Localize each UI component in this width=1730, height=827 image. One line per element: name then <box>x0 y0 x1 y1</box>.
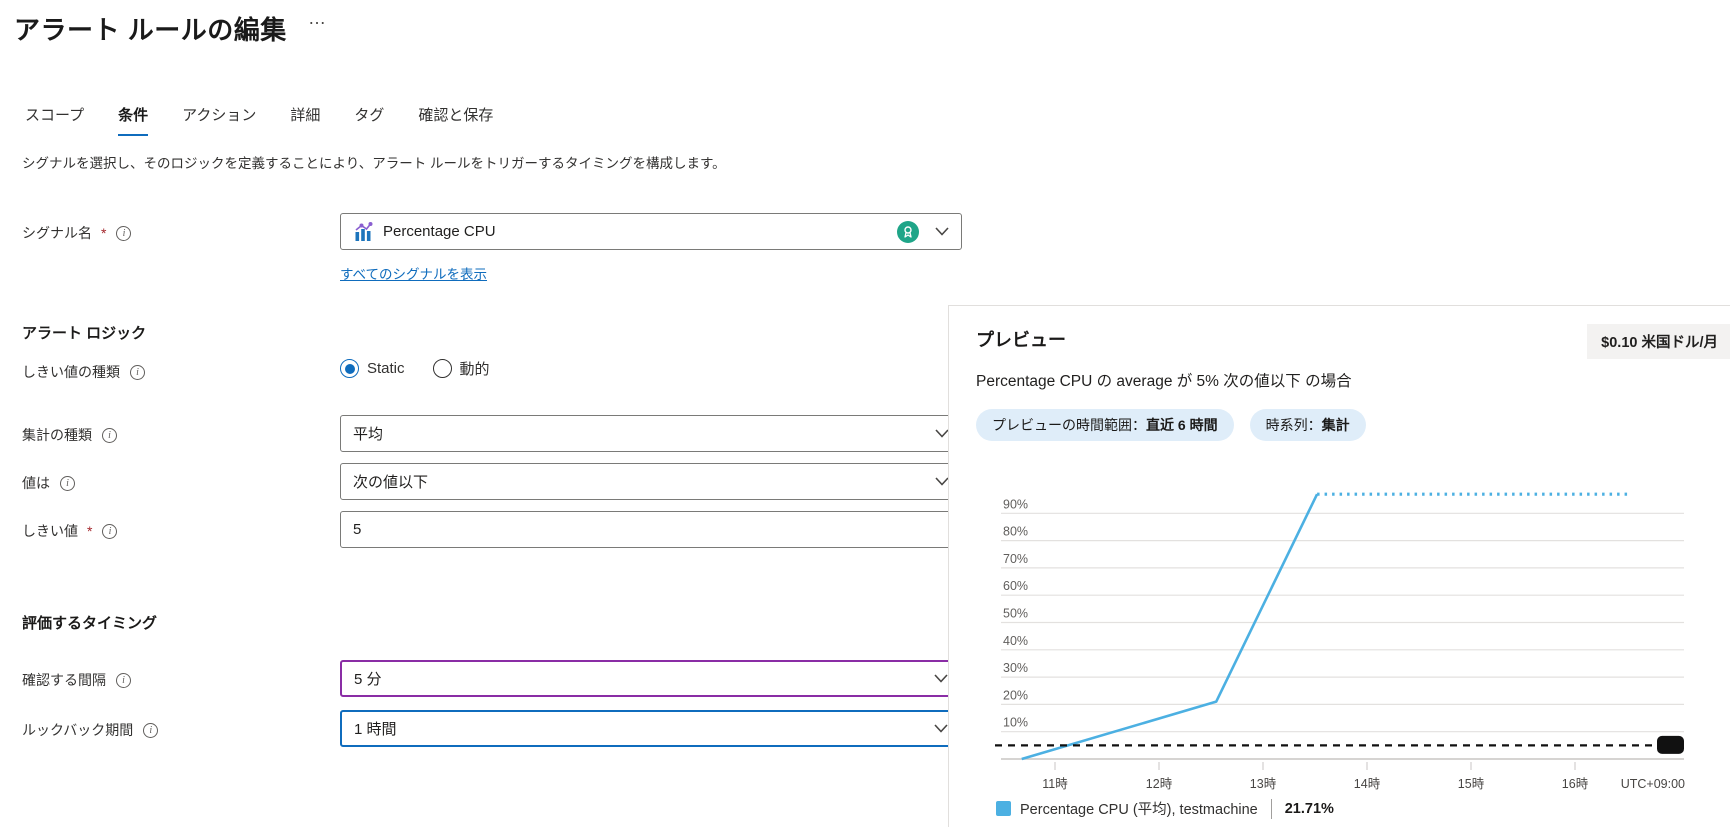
condition-description: シグナルを選択し、そのロジックを定義することにより、アラート ルールをトリガーす… <box>22 152 726 172</box>
operator-value: 次の値以下 <box>353 471 935 492</box>
y-axis-tick-label: 30% <box>1003 661 1028 675</box>
evaluation-header: 評価するタイミング <box>22 612 157 633</box>
signal-label-text: シグナル名 <box>22 223 92 243</box>
y-axis-tick-label: 50% <box>1003 607 1028 621</box>
preview-chart: 10% 20% 30% 40% 50% 60% 70% 80% 90% 11時 12時 13時 14時 1… <box>967 449 1707 794</box>
page-title: アラート ルールの編集 <box>14 10 287 47</box>
time-range-pill[interactable]: プレビューの時間範囲：直近 6 時間 <box>976 409 1234 441</box>
threshold-input[interactable]: 5 <box>340 511 962 548</box>
chevron-down-icon <box>935 227 949 236</box>
chart-legend[interactable]: Percentage CPU (平均), testmachine 21.71% <box>996 798 1334 819</box>
radio-dynamic[interactable]: 動的 <box>433 358 490 379</box>
info-icon[interactable]: i <box>116 226 131 241</box>
x-axis-tick-label: 13時 <box>1250 777 1277 791</box>
operator-dropdown[interactable]: 次の値以下 <box>340 463 962 500</box>
alert-logic-header: アラート ロジック <box>22 322 146 343</box>
legend-series-name: Percentage CPU (平均), testmachine <box>1020 798 1258 819</box>
legend-color-swatch <box>996 801 1011 816</box>
y-axis-tick-label: 40% <box>1003 634 1028 648</box>
x-axis-tick-label: 16時 <box>1562 777 1589 791</box>
frequency-value: 5 分 <box>354 668 934 689</box>
lookback-dropdown[interactable]: 1 時間 <box>340 710 962 747</box>
frequency-label: 確認する間隔 i <box>22 670 131 690</box>
frequency-label-text: 確認する間隔 <box>22 670 106 690</box>
threshold-unit: % <box>340 551 962 568</box>
tab-scope[interactable]: スコープ <box>25 104 84 136</box>
aggregation-value: 平均 <box>353 423 935 444</box>
info-icon[interactable]: i <box>130 365 145 380</box>
cost-badge: $0.10 米国ドル/月 <box>1587 324 1730 359</box>
info-icon[interactable]: i <box>102 524 117 539</box>
required-asterisk: * <box>101 225 106 241</box>
required-asterisk: * <box>87 523 92 539</box>
radio-static[interactable]: Static <box>340 359 405 378</box>
legend-divider <box>1271 799 1272 819</box>
legend-current-value: 21.71% <box>1285 801 1334 817</box>
preview-title: プレビュー <box>976 326 1066 352</box>
preview-panel: プレビュー $0.10 米国ドル/月 Percentage CPU の aver… <box>948 305 1730 827</box>
info-icon[interactable]: i <box>102 428 117 443</box>
threshold-label: しきい値 * i <box>22 521 117 541</box>
chevron-down-icon <box>935 477 949 486</box>
radio-selected-icon <box>340 359 359 378</box>
x-axis-tick-label: 11時 <box>1042 777 1068 791</box>
signal-combobox[interactable]: Percentage CPU <box>340 213 962 250</box>
pill-prefix: プレビューの時間範囲： <box>992 417 1146 433</box>
preview-pills: プレビューの時間範囲：直近 6 時間 時系列：集計 <box>976 409 1366 441</box>
y-axis-tick-label: 70% <box>1003 552 1028 566</box>
tab-condition[interactable]: 条件 <box>118 104 148 136</box>
x-axis-tick-label: 15時 <box>1458 777 1485 791</box>
y-axis-tick-label: 80% <box>1003 525 1028 539</box>
alert-rule-edit-page: アラート ルールの編集 … スコープ 条件 アクション 詳細 タグ 確認と保存 … <box>0 0 1730 827</box>
tab-tags[interactable]: タグ <box>354 104 384 136</box>
info-icon[interactable]: i <box>143 723 158 738</box>
threshold-type-radios: Static 動的 <box>340 358 490 379</box>
radio-static-label: Static <box>367 360 405 377</box>
lookback-label-text: ルックバック期間 <box>22 720 133 740</box>
condition-summary: Percentage CPU の average が 5% 次の値以下 の場合 <box>976 369 1352 391</box>
threshold-drag-handle[interactable] <box>1657 736 1684 754</box>
metric-line <box>1022 494 1317 759</box>
aggregation-dropdown[interactable]: 平均 <box>340 415 962 452</box>
x-axis-tick-label: 12時 <box>1146 777 1173 791</box>
threshold-type-label: しきい値の種類 i <box>22 362 145 382</box>
metric-chart-icon <box>353 222 373 242</box>
timezone-label: UTC+09:00 <box>1621 777 1685 791</box>
threshold-label-text: しきい値 <box>22 521 78 541</box>
signal-badge-icon <box>897 221 919 243</box>
y-axis-tick-label: 60% <box>1003 579 1028 593</box>
chevron-down-icon <box>934 674 948 683</box>
y-axis-tick-label: 10% <box>1003 716 1028 730</box>
operator-label: 値は i <box>22 473 75 493</box>
y-axis-tick-label: 90% <box>1003 497 1028 511</box>
radio-unselected-icon <box>433 359 452 378</box>
time-series-pill[interactable]: 時系列：集計 <box>1250 409 1366 441</box>
tab-review-save[interactable]: 確認と保存 <box>418 104 493 136</box>
signal-label: シグナル名 * i <box>22 223 131 243</box>
pill-prefix: 時系列： <box>1266 417 1322 433</box>
x-axis-tick-label: 14時 <box>1354 777 1381 791</box>
title-ellipsis-icon[interactable]: … <box>308 8 327 29</box>
info-icon[interactable]: i <box>116 673 131 688</box>
lookback-value: 1 時間 <box>354 718 934 739</box>
aggregation-label-text: 集計の種類 <box>22 425 92 445</box>
chevron-down-icon <box>935 429 949 438</box>
signal-value: Percentage CPU <box>383 223 897 240</box>
threshold-value: 5 <box>353 521 949 538</box>
chevron-down-icon <box>934 724 948 733</box>
radio-dynamic-label: 動的 <box>460 358 490 379</box>
info-icon[interactable]: i <box>60 476 75 491</box>
operator-label-text: 値は <box>22 473 50 493</box>
pill-value: 集計 <box>1322 417 1350 433</box>
y-axis-tick-label: 20% <box>1003 688 1028 702</box>
tab-details[interactable]: 詳細 <box>290 104 320 136</box>
pill-value: 直近 6 時間 <box>1146 417 1218 433</box>
lookback-label: ルックバック期間 i <box>22 720 158 740</box>
threshold-type-label-text: しきい値の種類 <box>22 362 120 382</box>
tab-actions[interactable]: アクション <box>182 104 256 136</box>
tab-bar: スコープ 条件 アクション 詳細 タグ 確認と保存 <box>25 104 493 136</box>
frequency-dropdown[interactable]: 5 分 <box>340 660 962 697</box>
aggregation-label: 集計の種類 i <box>22 425 117 445</box>
show-all-signals-link[interactable]: すべてのシグナルを表示 <box>340 263 487 283</box>
